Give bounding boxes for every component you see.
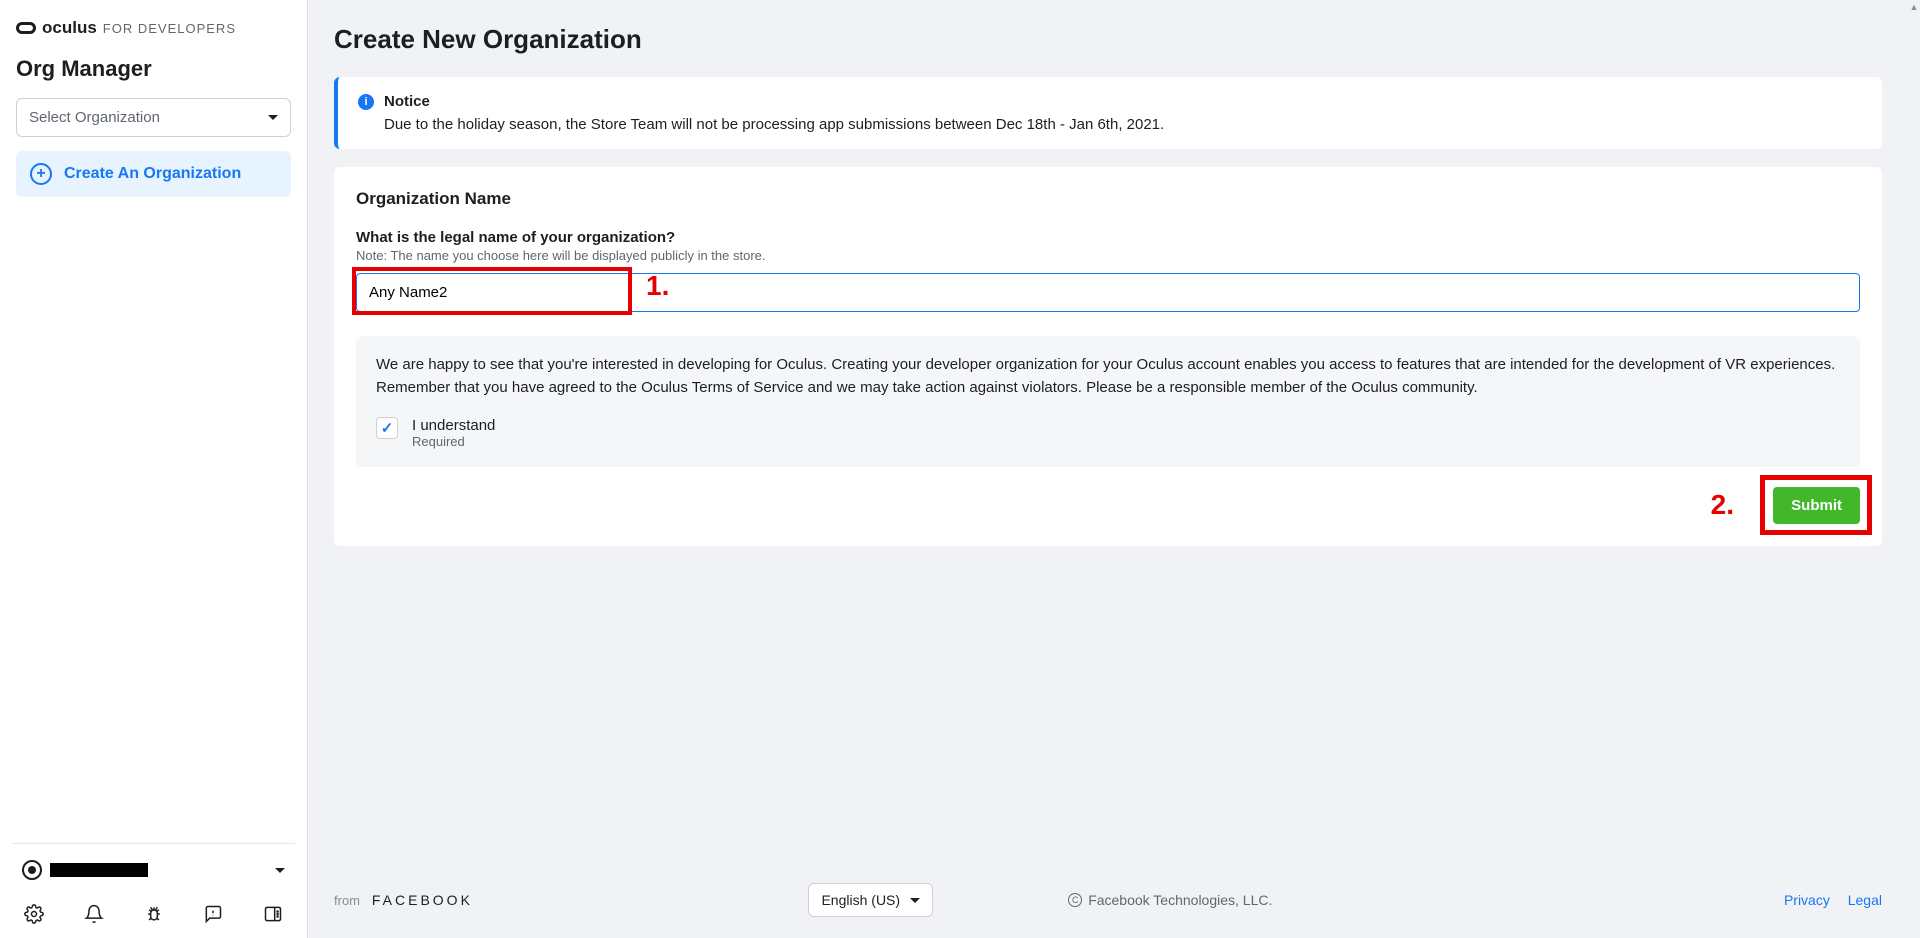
sidebar-title: Org Manager [16, 56, 291, 82]
page-title: Create New Organization [308, 0, 1908, 77]
message-icon[interactable] [201, 902, 225, 926]
main-content: Create New Organization i Notice Due to … [308, 0, 1908, 938]
brand-word: oculus [42, 18, 97, 38]
understand-label: I understand [412, 417, 495, 434]
understand-checkbox[interactable]: ✓ [376, 417, 398, 439]
bell-icon[interactable] [82, 902, 106, 926]
legal-link[interactable]: Legal [1848, 892, 1882, 908]
settings-icon[interactable] [22, 902, 46, 926]
notice-card: i Notice Due to the holiday season, the … [334, 77, 1882, 149]
create-organization-label: Create An Organization [64, 165, 241, 183]
bug-icon[interactable] [142, 902, 166, 926]
brand-logo[interactable]: oculus FOR DEVELOPERS [16, 18, 291, 38]
oculus-icon [16, 22, 36, 34]
username-redacted [50, 863, 148, 877]
language-value: English (US) [821, 892, 900, 908]
chevron-down-icon [268, 115, 278, 120]
footer-copyright: Facebook Technologies, LLC. [1088, 892, 1272, 908]
chevron-down-icon [910, 898, 920, 903]
footer-from-label: from [334, 893, 360, 908]
language-selector[interactable]: English (US) [808, 883, 933, 917]
sidebar: oculus FOR DEVELOPERS Org Manager Select… [0, 0, 308, 938]
create-organization-nav[interactable]: + Create An Organization [16, 151, 291, 197]
terms-box: We are happy to see that you're interest… [356, 336, 1860, 467]
organization-form: Organization Name What is the legal name… [334, 167, 1882, 546]
chevron-down-icon [275, 868, 285, 873]
plus-circle-icon: + [30, 163, 52, 185]
org-name-note: Note: The name you choose here will be d… [356, 248, 1860, 263]
check-icon: ✓ [381, 419, 394, 437]
notice-body: Due to the holiday season, the Store Tea… [358, 116, 1862, 133]
footer-facebook-word: FACEBOOK [372, 892, 473, 908]
org-name-label: What is the legal name of your organizat… [356, 229, 1860, 246]
user-menu[interactable] [18, 858, 289, 882]
info-icon: i [358, 94, 374, 110]
privacy-link[interactable]: Privacy [1784, 892, 1830, 908]
copyright-icon: C [1068, 893, 1082, 907]
notice-title: Notice [384, 93, 430, 110]
annotation-label-2: 2. [1711, 489, 1734, 521]
required-label: Required [412, 434, 495, 449]
select-organization-placeholder: Select Organization [29, 109, 160, 126]
footer: from FACEBOOK English (US) C Facebook Te… [308, 862, 1908, 938]
terms-text: We are happy to see that you're interest… [376, 354, 1840, 399]
panel-icon[interactable] [261, 902, 285, 926]
select-organization-dropdown[interactable]: Select Organization [16, 98, 291, 137]
brand-suffix: FOR DEVELOPERS [103, 21, 236, 36]
org-name-input[interactable] [356, 273, 1860, 312]
submit-button[interactable]: Submit [1773, 487, 1860, 524]
scrollbar-up-icon[interactable]: ▲ [1908, 2, 1920, 12]
avatar-icon [22, 860, 42, 880]
section-title: Organization Name [356, 189, 1860, 209]
